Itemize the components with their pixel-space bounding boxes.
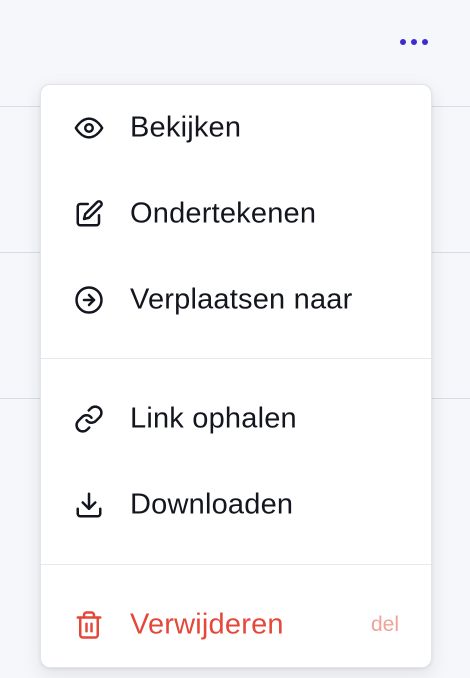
menu-item-label: Downloaden xyxy=(130,488,294,521)
more-horizontal-icon xyxy=(400,39,428,45)
menu-separator xyxy=(41,564,431,565)
download-icon xyxy=(73,489,105,521)
menu-item-get-link[interactable]: Link ophalen xyxy=(41,389,431,449)
edit-icon xyxy=(73,198,105,230)
eye-icon xyxy=(73,112,105,144)
menu-item-label: Bekijken xyxy=(130,111,242,144)
menu-item-download[interactable]: Downloaden xyxy=(41,475,431,535)
menu-item-sign[interactable]: Ondertekenen xyxy=(41,184,431,244)
menu-item-view[interactable]: Bekijken xyxy=(41,98,431,158)
menu-item-delete[interactable]: Verwijderen del xyxy=(41,595,431,655)
menu-item-label: Ondertekenen xyxy=(130,197,317,230)
menu-item-label: Verwijderen xyxy=(130,608,284,641)
menu-separator xyxy=(41,358,431,359)
link-icon xyxy=(73,403,105,435)
context-menu: Bekijken Ondertekenen Verplaatsen naar L… xyxy=(40,84,432,668)
menu-item-move-to[interactable]: Verplaatsen naar xyxy=(41,270,431,330)
menu-item-label: Verplaatsen naar xyxy=(130,283,353,316)
keyboard-shortcut: del xyxy=(370,613,399,636)
trash-icon xyxy=(73,609,105,641)
menu-item-label: Link ophalen xyxy=(130,402,297,435)
more-options-button[interactable] xyxy=(392,28,436,56)
arrow-right-circle-icon xyxy=(73,284,105,316)
